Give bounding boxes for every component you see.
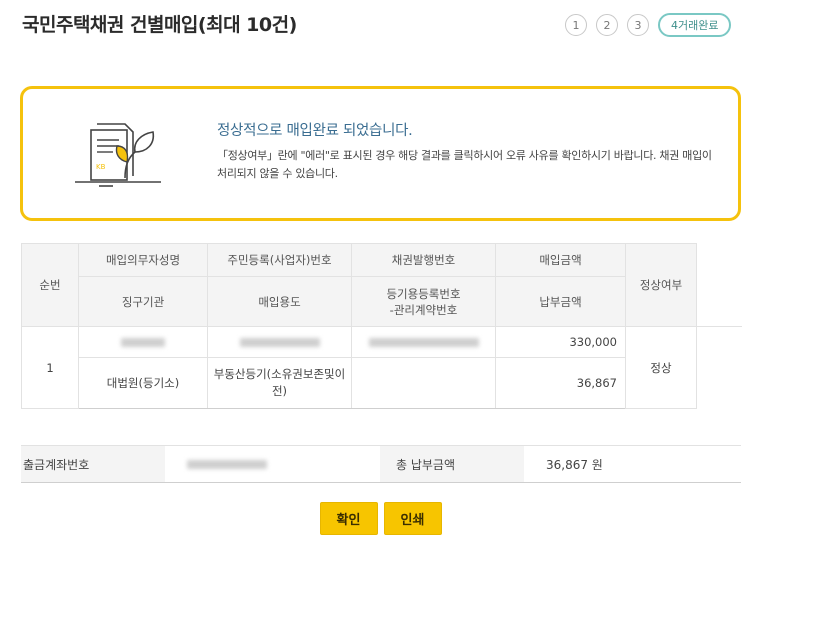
page-title: 국민주택채권 건별매입(최대 10건) [22,14,297,36]
total-payment-label: 총 납부금액 [380,445,524,483]
confirm-button[interactable]: 확인 [319,502,378,535]
header-payment: 납부금액 [495,276,626,327]
account-number-masked [165,445,380,483]
header-seq: 순번 [21,243,79,327]
row-agency: 대법원(등기소) [78,357,208,409]
step-1: 1 [565,14,587,36]
account-summary-table: 출금계좌번호 총 납부금액 36,867 원 [21,445,741,483]
step-indicator: 1 2 3 4거래완료 [565,13,732,37]
table-row[interactable]: 1 330,000 정상 [21,326,742,409]
header-reg-no: 주민등록(사업자)번호 [207,243,352,277]
action-buttons: 확인 인쇄 [0,502,761,535]
step-2: 2 [596,14,618,36]
header-bond-no: 채권발행번호 [351,243,496,277]
reg-no-masked [207,326,352,358]
account-label: 출금계좌번호 [21,445,165,483]
table-header-row: 순번 매입의무자성명 주민등록(사업자)번호 채권발행번호 매입금액 정상여부 [21,243,742,327]
header-mgmt-no-line2: -관리계약번호 [389,302,458,317]
step-3: 3 [627,14,649,36]
header-amount: 매입금액 [495,243,626,277]
completion-notice: KB 정상적으로 매입완료 되었습니다. 「정상여부」란에 "에러"로 표시된 … [20,86,741,221]
buyer-name-masked [78,326,208,358]
header-status: 정상여부 [625,243,697,327]
bond-no-masked [351,326,496,358]
row-payment: 36,867 [495,357,626,409]
header-spacer [696,243,742,327]
row-purpose: 부동산등기(소유권보존및이전) [207,357,352,409]
purchase-result-table: 순번 매입의무자성명 주민등록(사업자)번호 채권발행번호 매입금액 정상여부 … [21,243,742,409]
header-mgmt-no: 등기용등록번호 -관리계약번호 [351,276,496,327]
header-agency: 징구기관 [78,276,208,327]
row-mgmt-no [351,357,496,409]
row-amount: 330,000 [495,326,626,358]
header-purpose: 매입용도 [207,276,352,327]
notice-description: 「정상여부」란에 "에러"로 표시된 경우 해당 결과를 클릭하시어 오류 사유… [217,149,712,180]
document-plant-icon: KB [75,123,161,187]
total-payment-value: 36,867 원 [524,445,741,483]
row-spacer [696,326,742,409]
svg-text:KB: KB [96,163,106,171]
header-mgmt-no-line1: 등기용등록번호 [386,286,461,301]
step-4-complete: 4거래완료 [658,13,732,37]
header-buyer-name: 매입의무자성명 [78,243,208,277]
row-seq: 1 [21,326,79,409]
account-row: 출금계좌번호 총 납부금액 36,867 원 [21,445,741,483]
row-status[interactable]: 정상 [625,326,697,409]
print-button[interactable]: 인쇄 [383,502,442,535]
completion-message: 정상적으로 매입완료 되었습니다. [217,123,413,139]
